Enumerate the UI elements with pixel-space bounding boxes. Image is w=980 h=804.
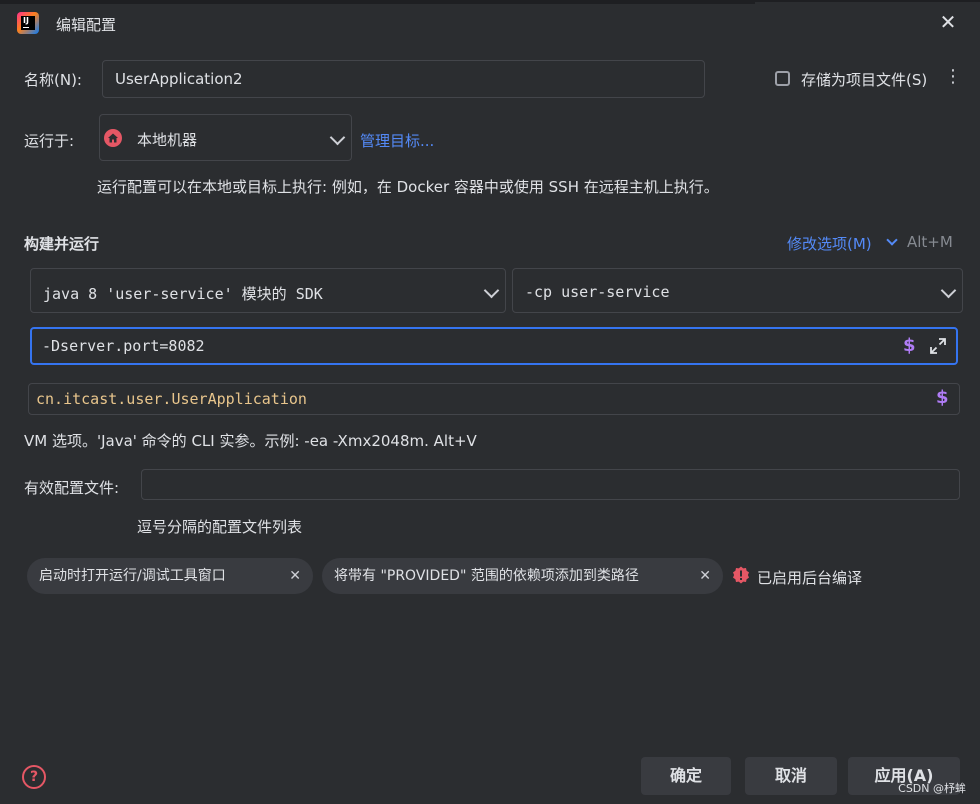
chevron-down-icon — [886, 234, 898, 246]
run-target-value: 本地机器 — [137, 131, 198, 149]
store-as-project-file-checkbox[interactable] — [775, 71, 790, 86]
warning-badge-icon — [733, 566, 749, 584]
cancel-button[interactable]: 取消 — [745, 757, 837, 795]
chevron-down-icon — [483, 282, 500, 299]
help-icon[interactable]: ? — [22, 765, 46, 789]
window-title: 编辑配置 — [56, 16, 117, 34]
sdk-dropdown[interactable]: java 8 'user-service' 模块的 SDK — [30, 268, 506, 313]
modify-options-link[interactable]: 修改选项(M) — [787, 233, 898, 254]
remove-tag-icon[interactable]: ✕ — [289, 558, 301, 594]
active-profiles-input[interactable] — [141, 469, 960, 500]
top-border — [0, 0, 755, 4]
top-border-right — [755, 0, 980, 2]
run-on-label: 运行于: — [24, 132, 75, 150]
chevron-down-icon — [329, 129, 346, 146]
modify-options-shortcut: Alt+M — [907, 233, 953, 251]
active-profiles-label: 有效配置文件: — [24, 479, 120, 497]
more-options-icon[interactable]: ⋮ — [944, 66, 962, 87]
name-input[interactable]: UserApplication2 — [102, 60, 705, 98]
title-bar — [0, 0, 980, 44]
vm-options-value: -Dserver.port=8082 — [42, 337, 205, 355]
home-icon — [104, 129, 122, 147]
vm-options-input[interactable]: -Dserver.port=8082 $ — [30, 327, 958, 365]
run-target-dropdown[interactable]: 本地机器 — [99, 114, 352, 161]
store-as-project-file-label: 存储为项目文件(S) — [801, 71, 928, 89]
main-class-value: cn.itcast.user.UserApplication — [36, 390, 307, 408]
option-tag-open-run-window[interactable]: 启动时打开运行/调试工具窗口 ✕ — [27, 558, 313, 594]
watermark: CSDN @杼蛑 — [898, 782, 966, 795]
sdk-value: java 8 'user-service' 模块的 SDK — [43, 285, 323, 303]
chevron-down-icon — [940, 282, 957, 299]
option-tag-label: 将带有 "PROVIDED" 范围的依赖项添加到类路径 — [334, 568, 639, 584]
classpath-value: -cp user-service — [525, 283, 670, 301]
build-run-section-title: 构建并运行 — [24, 235, 100, 253]
intellij-logo-icon: IJ — [17, 12, 39, 34]
name-label: 名称(N): — [24, 71, 82, 89]
modify-options-label: 修改选项(M) — [787, 235, 872, 253]
run-on-hint: 运行配置可以在本地或目标上执行: 例如，在 Docker 容器中或使用 SSH … — [97, 178, 719, 196]
macro-dollar-icon[interactable]: $ — [936, 387, 949, 408]
close-icon[interactable]: ✕ — [938, 12, 958, 32]
name-input-value: UserApplication2 — [115, 70, 243, 88]
option-tag-add-provided[interactable]: 将带有 "PROVIDED" 范围的依赖项添加到类路径 ✕ — [322, 558, 723, 594]
active-profiles-hint: 逗号分隔的配置文件列表 — [137, 518, 303, 536]
remove-tag-icon[interactable]: ✕ — [699, 558, 711, 594]
main-class-input[interactable]: cn.itcast.user.UserApplication $ — [28, 383, 960, 415]
macro-dollar-icon[interactable]: $ — [903, 335, 916, 356]
classpath-dropdown[interactable]: -cp user-service — [512, 268, 963, 313]
ok-button[interactable]: 确定 — [641, 757, 731, 795]
manage-targets-link[interactable]: 管理目标... — [360, 130, 434, 151]
vm-options-hint: VM 选项。'Java' 命令的 CLI 实参。示例: -ea -Xmx2048… — [24, 432, 477, 450]
background-compile-label: 已启用后台编译 — [757, 569, 863, 587]
option-tag-label: 启动时打开运行/调试工具窗口 — [39, 568, 226, 584]
expand-icon[interactable] — [929, 337, 947, 355]
